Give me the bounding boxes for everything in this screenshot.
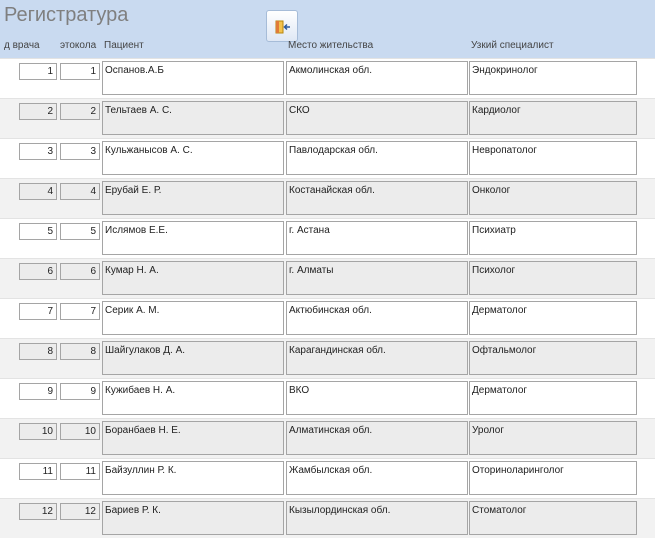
- table-row: 3 3 Кульжанысов А. С. Павлодарская обл. Невр…: [0, 138, 655, 178]
- specialist-field[interactable]: Онколог: [469, 181, 637, 215]
- table-row: 7 7 Серик А. М. Актюбинская обл. Дерматолог: [0, 298, 655, 338]
- patient-field[interactable]: Оспанов.А.Б: [102, 61, 284, 95]
- form-title: Регистратура: [4, 4, 129, 26]
- residence-field[interactable]: ВКО: [286, 381, 468, 415]
- specialist-field[interactable]: Стоматолог: [469, 501, 637, 535]
- patient-field[interactable]: Серик А. М.: [102, 301, 284, 335]
- table-row: 11 11 Байзуллин Р. К. Жамбылская обл. Оторин…: [0, 458, 655, 498]
- patient-field[interactable]: Ислямов Е.Е.: [102, 221, 284, 255]
- doctor-number-field[interactable]: 1: [19, 63, 57, 80]
- table-row: 9 9 Кужибаев Н. А. ВКО Дерматолог: [0, 378, 655, 418]
- residence-field[interactable]: Жамбылская обл.: [286, 461, 468, 495]
- patient-field[interactable]: Кумар Н. А.: [102, 261, 284, 295]
- specialist-field[interactable]: Психиатр: [469, 221, 637, 255]
- patient-field[interactable]: Бариев Р. К.: [102, 501, 284, 535]
- table-row: 2 2 Тельтаев А. С. СКО Кардиолог: [0, 98, 655, 138]
- protocol-number-field[interactable]: 6: [60, 263, 100, 280]
- specialist-field[interactable]: Невропатолог: [469, 141, 637, 175]
- residence-field[interactable]: Акмолинская обл.: [286, 61, 468, 95]
- protocol-number-field[interactable]: 10: [60, 423, 100, 440]
- table-row: 8 8 Шайгулаков Д. А. Карагандинская обл. Офт…: [0, 338, 655, 378]
- doctor-number-field[interactable]: 7: [19, 303, 57, 320]
- residence-field[interactable]: Карагандинская обл.: [286, 341, 468, 375]
- doctor-number-field[interactable]: 8: [19, 343, 57, 360]
- form-header: Регистратура д врача этокола Пациент Мес…: [0, 0, 655, 58]
- protocol-number-field[interactable]: 7: [60, 303, 100, 320]
- doctor-number-field[interactable]: 11: [19, 463, 57, 480]
- patient-field[interactable]: Тельтаев А. С.: [102, 101, 284, 135]
- protocol-number-field[interactable]: 4: [60, 183, 100, 200]
- doctor-number-field[interactable]: 10: [19, 423, 57, 440]
- residence-field[interactable]: г. Астана: [286, 221, 468, 255]
- protocol-number-field[interactable]: 8: [60, 343, 100, 360]
- residence-field[interactable]: СКО: [286, 101, 468, 135]
- patient-field[interactable]: Кульжанысов А. С.: [102, 141, 284, 175]
- residence-field[interactable]: Костанайская обл.: [286, 181, 468, 215]
- doctor-number-field[interactable]: 6: [19, 263, 57, 280]
- table-row: 5 5 Ислямов Е.Е. г. Астана Психиатр: [0, 218, 655, 258]
- residence-field[interactable]: Павлодарская обл.: [286, 141, 468, 175]
- patient-field[interactable]: Боранбаев Н. Е.: [102, 421, 284, 455]
- patient-field[interactable]: Ерубай Е. Р.: [102, 181, 284, 215]
- specialist-field[interactable]: Кардиолог: [469, 101, 637, 135]
- residence-field[interactable]: Кызылординская обл.: [286, 501, 468, 535]
- residence-field[interactable]: Актюбинская обл.: [286, 301, 468, 335]
- doctor-number-field[interactable]: 9: [19, 383, 57, 400]
- specialist-field[interactable]: Дерматолог: [469, 381, 637, 415]
- doctor-number-field[interactable]: 4: [19, 183, 57, 200]
- exit-button[interactable]: [266, 10, 298, 42]
- specialist-field[interactable]: Дерматолог: [469, 301, 637, 335]
- table-row: 4 4 Ерубай Е. Р. Костанайская обл. Онколог: [0, 178, 655, 218]
- protocol-number-field[interactable]: 2: [60, 103, 100, 120]
- doctor-number-field[interactable]: 12: [19, 503, 57, 520]
- specialist-field[interactable]: Офтальмолог: [469, 341, 637, 375]
- col-header-protocol: этокола: [60, 40, 97, 51]
- protocol-number-field[interactable]: 1: [60, 63, 100, 80]
- table-row: 10 10 Боранбаев Н. Е. Алматинская обл. Уроло…: [0, 418, 655, 458]
- residence-field[interactable]: г. Алматы: [286, 261, 468, 295]
- specialist-field[interactable]: Уролог: [469, 421, 637, 455]
- table-row: 1 1 Оспанов.А.Б Акмолинская обл. Эндокриноло…: [0, 58, 655, 98]
- residence-field[interactable]: Алматинская обл.: [286, 421, 468, 455]
- patient-field[interactable]: Кужибаев Н. А.: [102, 381, 284, 415]
- doctor-number-field[interactable]: 5: [19, 223, 57, 240]
- table-row: 6 6 Кумар Н. А. г. Алматы Психолог: [0, 258, 655, 298]
- protocol-number-field[interactable]: 12: [60, 503, 100, 520]
- patient-field[interactable]: Байзуллин Р. К.: [102, 461, 284, 495]
- doctor-number-field[interactable]: 3: [19, 143, 57, 160]
- col-header-patient: Пациент: [104, 40, 144, 51]
- protocol-number-field[interactable]: 3: [60, 143, 100, 160]
- exit-door-icon: [275, 20, 290, 34]
- specialist-field[interactable]: Эндокринолог: [469, 61, 637, 95]
- specialist-field[interactable]: Психолог: [469, 261, 637, 295]
- specialist-field[interactable]: Оториноларинголог: [469, 461, 637, 495]
- col-header-doctor: д врача: [4, 40, 40, 51]
- protocol-number-field[interactable]: 5: [60, 223, 100, 240]
- protocol-number-field[interactable]: 9: [60, 383, 100, 400]
- protocol-number-field[interactable]: 11: [60, 463, 100, 480]
- table-row: 12 12 Бариев Р. К. Кызылординская обл. Стома…: [0, 498, 655, 538]
- col-header-residence: Место жительства: [288, 40, 374, 51]
- col-header-specialist: Узкий специалист: [471, 40, 554, 51]
- doctor-number-field[interactable]: 2: [19, 103, 57, 120]
- patient-field[interactable]: Шайгулаков Д. А.: [102, 341, 284, 375]
